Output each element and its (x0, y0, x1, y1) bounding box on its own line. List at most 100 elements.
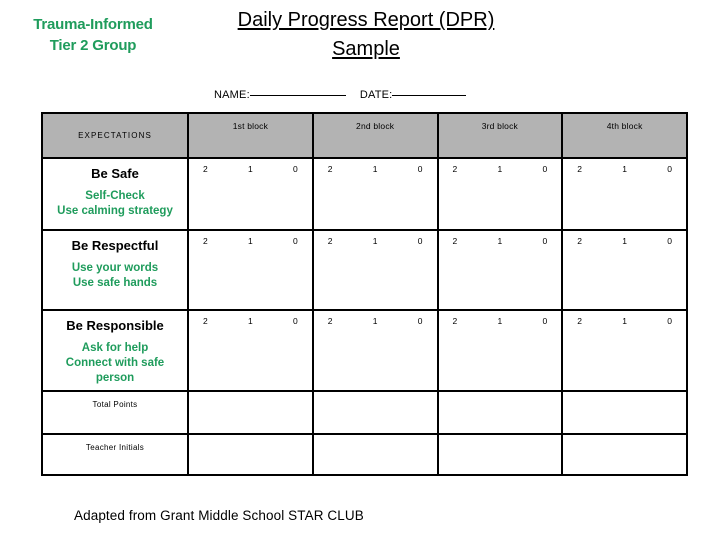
score-option-0[interactable]: 0 (418, 316, 423, 327)
score-option-2[interactable]: 2 (203, 236, 208, 247)
total-points-block3[interactable] (436, 390, 564, 435)
summary-label-teacher-initials: Teacher Initials (41, 433, 189, 476)
score-option-2[interactable]: 2 (577, 316, 582, 327)
table-row: Total Points (41, 390, 688, 435)
table-row: Be Safe Self-Check Use calming strategy … (41, 157, 688, 231)
score-option-1[interactable]: 1 (373, 316, 378, 327)
score-option-1[interactable]: 1 (622, 236, 627, 247)
column-header-expectations-label: EXPECTATIONS (78, 131, 152, 140)
score-option-1[interactable]: 1 (248, 316, 253, 327)
score-option-1[interactable]: 1 (498, 236, 503, 247)
score-option-1[interactable]: 1 (498, 164, 503, 175)
expectation-subtext-line: Use safe hands (72, 277, 158, 289)
expectation-cell-be-responsible: Be Responsible Ask for help Connect with… (41, 309, 189, 392)
name-input[interactable] (249, 95, 346, 96)
score-cell-be-safe-block1[interactable]: 2 1 0 (187, 157, 314, 231)
column-header-block1-label: 1st block (232, 121, 269, 131)
expectation-subtext-line: Ask for help (81, 342, 149, 354)
score-option-2[interactable]: 2 (328, 236, 333, 247)
score-scale: 2 1 0 (439, 159, 562, 175)
score-option-0[interactable]: 0 (543, 316, 548, 327)
expectation-title: Be Safe (91, 166, 139, 181)
score-cell-be-safe-block3[interactable]: 2 1 0 (436, 157, 564, 231)
column-header-block4-label: 4th block (606, 121, 643, 131)
score-option-1[interactable]: 1 (373, 236, 378, 247)
score-cell-be-safe-block4[interactable]: 2 1 0 (561, 157, 688, 231)
score-option-2[interactable]: 2 (453, 236, 458, 247)
score-option-1[interactable]: 1 (373, 164, 378, 175)
score-scale: 2 1 0 (563, 311, 686, 327)
summary-label-text: Teacher Initials (85, 443, 145, 452)
score-cell-be-responsible-block4[interactable]: 2 1 0 (561, 309, 688, 392)
page-title-line-2: Sample (332, 38, 400, 60)
score-cell-be-respectful-block3[interactable]: 2 1 0 (436, 229, 564, 311)
score-option-1[interactable]: 1 (248, 164, 253, 175)
score-option-1[interactable]: 1 (498, 316, 503, 327)
score-scale: 2 1 0 (439, 231, 562, 247)
date-input[interactable] (392, 95, 467, 96)
score-option-2[interactable]: 2 (453, 164, 458, 175)
score-option-0[interactable]: 0 (543, 236, 548, 247)
summary-label-text: Total Points (92, 400, 138, 409)
column-header-block2: 2nd block (311, 112, 439, 159)
expectation-cell-be-safe: Be Safe Self-Check Use calming strategy (41, 157, 189, 231)
daily-progress-report-table: EXPECTATIONS 1st block 2nd block 3rd blo… (41, 112, 688, 476)
score-scale: 2 1 0 (189, 159, 312, 175)
page-title-line-2-wrapper: Sample (186, 35, 546, 64)
score-option-2[interactable]: 2 (203, 164, 208, 175)
score-option-1[interactable]: 1 (248, 236, 253, 247)
score-option-2[interactable]: 2 (577, 164, 582, 175)
score-option-0[interactable]: 0 (418, 236, 423, 247)
program-label: Trauma-Informed Tier 2 Group (8, 14, 178, 56)
table-header-row: EXPECTATIONS 1st block 2nd block 3rd blo… (41, 112, 688, 159)
table-row: Be Respectful Use your words Use safe ha… (41, 229, 688, 311)
score-option-0[interactable]: 0 (293, 236, 298, 247)
score-scale: 2 1 0 (189, 231, 312, 247)
score-cell-be-respectful-block2[interactable]: 2 1 0 (311, 229, 439, 311)
expectation-subtext-line: Use your words (71, 262, 159, 274)
score-option-0[interactable]: 0 (543, 164, 548, 175)
score-cell-be-respectful-block4[interactable]: 2 1 0 (561, 229, 688, 311)
page-title-line-1: Daily Progress Report (DPR) (237, 9, 495, 31)
column-header-block3-label: 3rd block (481, 121, 519, 131)
score-scale: 2 1 0 (314, 159, 437, 175)
program-label-line-2: Tier 2 Group (49, 37, 137, 54)
column-header-block2-label: 2nd block (356, 121, 395, 131)
teacher-initials-block4[interactable] (561, 433, 688, 476)
expectation-cell-be-respectful: Be Respectful Use your words Use safe ha… (41, 229, 189, 311)
score-option-0[interactable]: 0 (293, 316, 298, 327)
column-header-expectations: EXPECTATIONS (41, 112, 189, 159)
score-cell-be-responsible-block3[interactable]: 2 1 0 (436, 309, 564, 392)
score-option-0[interactable]: 0 (293, 164, 298, 175)
expectation-title: Be Responsible (66, 318, 164, 333)
name-field-label: NAME: (214, 89, 250, 101)
score-scale: 2 1 0 (563, 159, 686, 175)
score-option-0[interactable]: 0 (418, 164, 423, 175)
score-option-2[interactable]: 2 (328, 164, 333, 175)
expectation-subtext-line: person (95, 372, 135, 384)
score-option-2[interactable]: 2 (203, 316, 208, 327)
expectation-subtext: Self-Check Use calming strategy (43, 182, 187, 219)
expectation-subtext: Ask for help Connect with safe person (43, 334, 187, 386)
column-header-block4: 4th block (561, 112, 688, 159)
total-points-block4[interactable] (561, 390, 688, 435)
teacher-initials-block3[interactable] (436, 433, 564, 476)
teacher-initials-block1[interactable] (187, 433, 314, 476)
score-option-1[interactable]: 1 (622, 164, 627, 175)
score-cell-be-respectful-block1[interactable]: 2 1 0 (187, 229, 314, 311)
score-option-2[interactable]: 2 (328, 316, 333, 327)
teacher-initials-block2[interactable] (311, 433, 439, 476)
score-cell-be-responsible-block2[interactable]: 2 1 0 (311, 309, 439, 392)
score-option-1[interactable]: 1 (622, 316, 627, 327)
score-option-0[interactable]: 0 (667, 164, 672, 175)
total-points-block1[interactable] (187, 390, 314, 435)
total-points-block2[interactable] (311, 390, 439, 435)
score-option-2[interactable]: 2 (453, 316, 458, 327)
score-option-2[interactable]: 2 (577, 236, 582, 247)
score-cell-be-responsible-block1[interactable]: 2 1 0 (187, 309, 314, 392)
expectation-title: Be Respectful (71, 238, 159, 253)
summary-label-total-points: Total Points (41, 390, 189, 435)
score-option-0[interactable]: 0 (667, 316, 672, 327)
score-option-0[interactable]: 0 (667, 236, 672, 247)
score-cell-be-safe-block2[interactable]: 2 1 0 (311, 157, 439, 231)
